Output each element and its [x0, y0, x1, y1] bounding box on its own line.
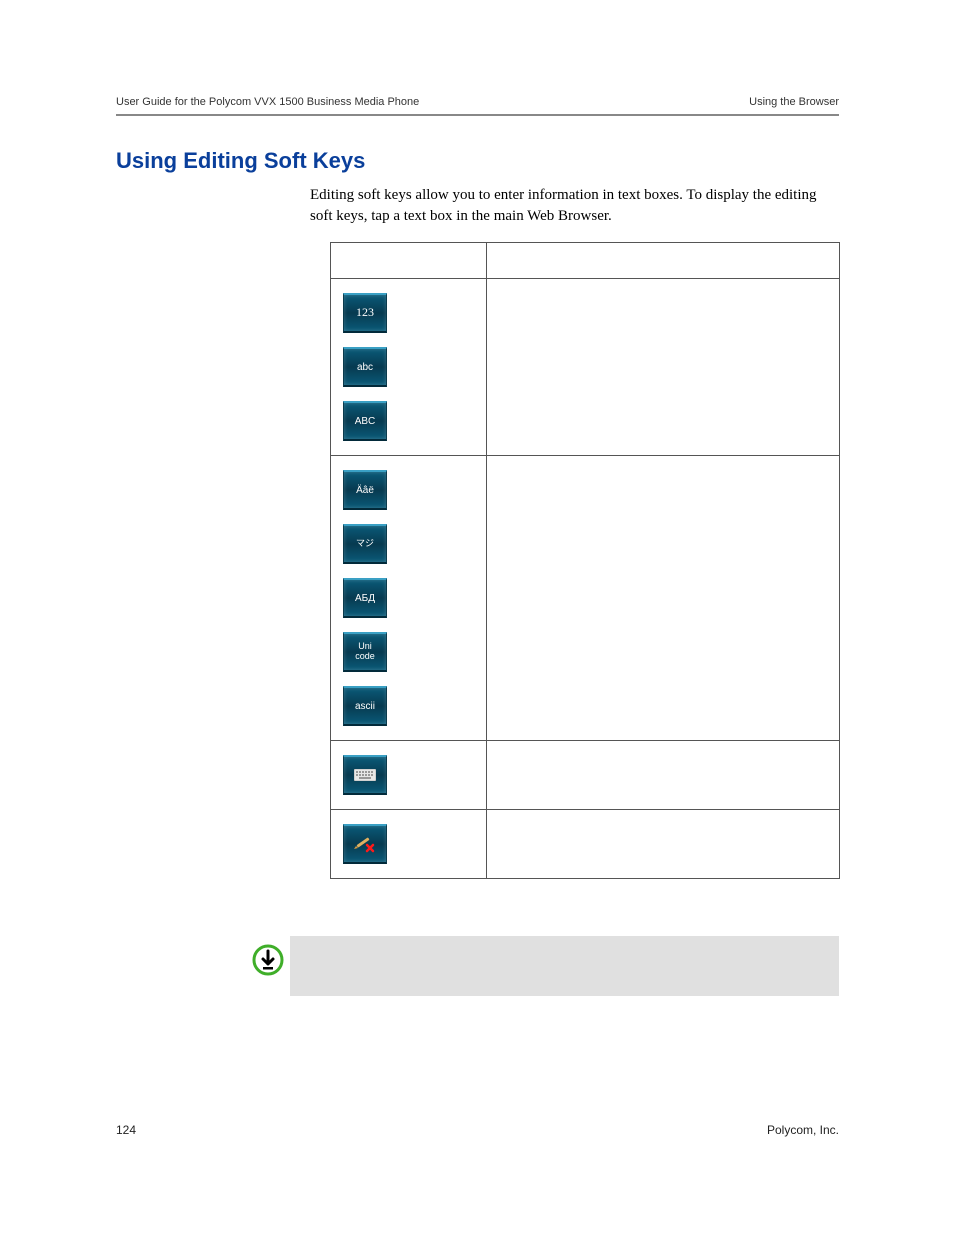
- header-rule: [116, 114, 839, 116]
- th-softkey: [331, 243, 487, 279]
- softkey-katakana[interactable]: マジ: [343, 524, 387, 564]
- row-cancel-key: [331, 810, 840, 879]
- softkey-upper-abc[interactable]: ABC: [343, 401, 387, 441]
- softkey-cyrillic[interactable]: АБД: [343, 578, 387, 618]
- keyboard-icon: [354, 769, 376, 781]
- row-keyboard-key: [331, 741, 840, 810]
- softkey-keyboard[interactable]: [343, 755, 387, 795]
- note-icon: [252, 944, 284, 976]
- header-left: User Guide for the Polycom VVX 1500 Busi…: [116, 96, 419, 108]
- softkey-katakana-label: マジ: [356, 539, 374, 549]
- row-lang-keys: Äâë マジ АБД Unicode ascii: [331, 456, 840, 741]
- intro-paragraph: Editing soft keys allow you to enter inf…: [310, 185, 840, 227]
- row-keyboard-desc: [487, 741, 840, 810]
- softkey-123-label: 123: [356, 306, 374, 319]
- softkey-latin-label: Äâë: [356, 485, 374, 496]
- page: User Guide for the Polycom VVX 1500 Busi…: [0, 0, 954, 1235]
- softkey-ascii[interactable]: ascii: [343, 686, 387, 726]
- cancel-edit-icon: [353, 833, 377, 855]
- softkey-table: 123 abc ABC Äâë マジ АБД: [330, 242, 840, 879]
- page-number: 124: [116, 1123, 136, 1137]
- row-cancel-desc: [487, 810, 840, 879]
- softkey-unicode-label: Unicode: [355, 642, 375, 662]
- section-heading: Using Editing Soft Keys: [116, 148, 365, 174]
- softkey-cyrillic-label: АБД: [355, 593, 375, 604]
- softkey-abc-label: abc: [357, 362, 373, 373]
- note-box: [290, 936, 839, 996]
- softkey-abc[interactable]: abc: [343, 347, 387, 387]
- page-header: User Guide for the Polycom VVX 1500 Busi…: [116, 96, 839, 108]
- softkey-ascii-label: ascii: [355, 701, 375, 712]
- row-mode-desc: [487, 279, 840, 456]
- header-right: Using the Browser: [749, 96, 839, 108]
- footer-company: Polycom, Inc.: [767, 1123, 839, 1137]
- softkey-upper-abc-label: ABC: [355, 416, 376, 427]
- th-action: [487, 243, 840, 279]
- row-lang-desc: [487, 456, 840, 741]
- row-mode-keys: 123 abc ABC: [331, 279, 840, 456]
- softkey-unicode[interactable]: Unicode: [343, 632, 387, 672]
- softkey-123[interactable]: 123: [343, 293, 387, 333]
- softkey-latin[interactable]: Äâë: [343, 470, 387, 510]
- softkey-cancel-edit[interactable]: [343, 824, 387, 864]
